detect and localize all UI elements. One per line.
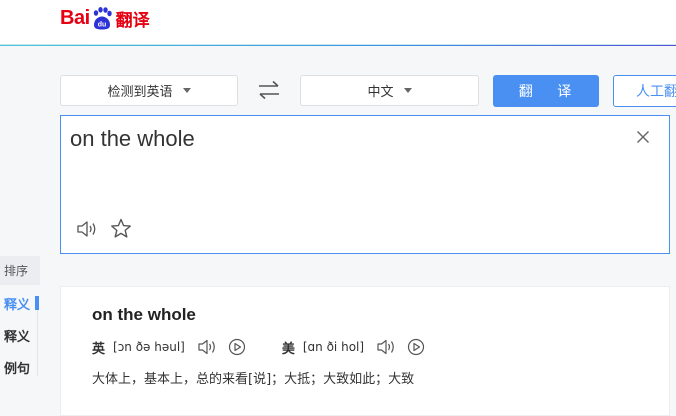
swap-arrows-icon[interactable] (256, 79, 282, 101)
speaker-icon[interactable] (76, 219, 98, 239)
chevron-down-icon (403, 88, 412, 93)
result-side-nav: 释义 释义 例句 (0, 290, 44, 390)
baidu-fanyi-logo[interactable]: Bai du 翻译 (60, 4, 150, 32)
chevron-down-icon (182, 88, 191, 93)
source-text-input[interactable]: on the whole (60, 115, 670, 254)
translate-button[interactable]: 翻 译 (493, 75, 599, 107)
speaker-icon[interactable] (197, 337, 217, 357)
source-language-select[interactable]: 检测到英语 (60, 75, 238, 106)
side-nav-item-examples[interactable]: 例句 (0, 358, 30, 377)
result-word: on the whole (92, 305, 196, 324)
human-translation-button[interactable]: 人工翻 (613, 75, 676, 107)
uk-phonetic: [ɔn ðə həul] (113, 340, 185, 354)
target-language-select[interactable]: 中文 (300, 75, 479, 106)
dictionary-result-card: on the whole 英 [ɔn ðə həul] 美 [ɑn ði hol… (60, 286, 670, 416)
close-icon[interactable] (635, 129, 651, 145)
play-circle-icon[interactable] (227, 337, 247, 357)
us-phonetic: [ɑn ði hol] (302, 340, 365, 354)
side-nav-active-indicator (35, 296, 39, 310)
logo-product-name: 翻译 (115, 10, 150, 31)
source-language-label: 检测到英语 (107, 85, 173, 100)
baidu-paw-logo-icon: du (93, 7, 112, 30)
logo-du-text: du (97, 22, 106, 29)
side-nav-item-definition-2[interactable]: 释义 (0, 326, 30, 345)
side-nav-item-definition[interactable]: 释义 (0, 294, 30, 313)
logo-bai-text: Bai (60, 6, 90, 29)
result-meaning: 大体上，基本上，总的来看[说]；大抵；大致如此；大致 (92, 372, 415, 387)
speaker-icon[interactable] (376, 337, 396, 357)
target-language-label: 中文 (367, 85, 394, 100)
source-text[interactable]: on the whole (70, 126, 195, 152)
uk-label: 英 (92, 341, 106, 357)
top-bar: Bai du 翻译 (0, 0, 676, 46)
star-icon[interactable] (110, 218, 132, 239)
us-label: 美 (281, 341, 295, 357)
phonetic-row: 英 [ɔn ðə həul] 美 [ɑn ði hol] (92, 337, 436, 357)
sort-label[interactable]: 排序 (0, 256, 40, 285)
play-circle-icon[interactable] (406, 337, 426, 357)
